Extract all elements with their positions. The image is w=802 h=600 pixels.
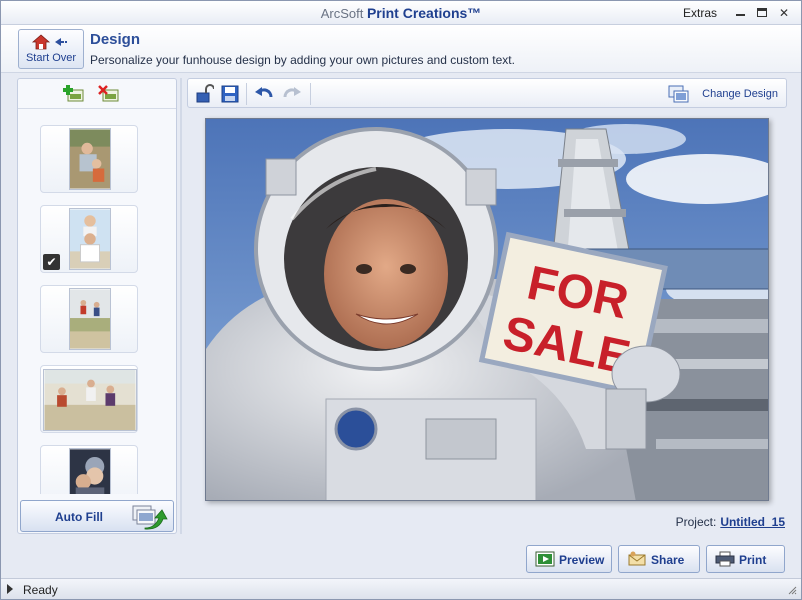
title-brand: ArcSoft	[320, 6, 364, 21]
change-design-label: Change Design	[702, 88, 778, 100]
title-bar: ArcSoft Print Creations™ Extras ✕	[1, 1, 801, 25]
redo-icon[interactable]	[282, 84, 302, 104]
app-window: ArcSoft Print Creations™ Extras ✕ Start …	[0, 0, 802, 600]
status-bar: Ready	[1, 578, 801, 599]
photo-thumbnail-2[interactable]: ✔	[40, 205, 138, 273]
photo-thumbnail-5[interactable]	[40, 445, 138, 494]
print-button[interactable]: Print	[706, 545, 785, 573]
preview-button[interactable]: Preview	[526, 545, 612, 573]
editor-toolbar: Change Design	[187, 78, 787, 108]
printer-icon	[715, 551, 735, 567]
toolbar-separator	[310, 83, 311, 105]
extras-menu[interactable]: Extras	[683, 6, 717, 20]
home-back-icon	[31, 34, 67, 50]
start-over-button[interactable]: Start Over	[18, 29, 84, 69]
selected-check-icon[interactable]: ✔	[43, 254, 60, 270]
close-button[interactable]: ✕	[775, 5, 793, 21]
preview-icon	[535, 551, 555, 567]
close-icon: ✕	[778, 6, 790, 20]
window-title: ArcSoft Print Creations™	[1, 5, 801, 21]
title-product: Print Creations™	[366, 5, 482, 21]
project-name-link[interactable]: Untitled_15	[720, 515, 785, 529]
change-design-button[interactable]: Change Design	[658, 83, 778, 105]
start-over-label: Start Over	[25, 52, 77, 64]
funhouse-design-image: FOR SALE	[206, 119, 768, 500]
photo-4-image	[43, 369, 137, 431]
header: Start Over Design Personalize your funho…	[1, 25, 801, 73]
preview-label: Preview	[559, 553, 605, 567]
photo-thumbnail-4[interactable]	[40, 365, 138, 433]
photo-1-image	[69, 128, 111, 190]
photo-panel: ✔ Auto Fill	[17, 78, 177, 534]
unlock-icon[interactable]	[194, 84, 214, 104]
panel-divider[interactable]	[180, 78, 182, 534]
change-design-icon	[668, 85, 689, 103]
auto-fill-button[interactable]: Auto Fill	[20, 500, 174, 532]
maximize-icon	[757, 8, 767, 17]
photo-2-image	[69, 208, 111, 270]
page-subtitle: Personalize your funhouse design by addi…	[90, 53, 515, 67]
status-expand-icon[interactable]	[7, 584, 13, 594]
photo-thumbnail-list: ✔	[18, 110, 176, 494]
photo-thumbnail-1[interactable]	[40, 125, 138, 193]
share-label: Share	[651, 553, 685, 567]
minimize-icon	[735, 14, 745, 16]
toolbar-separator	[246, 83, 247, 105]
auto-fill-icon	[132, 505, 168, 530]
photo-5-image	[69, 448, 111, 494]
project-info: Project: Untitled_15	[676, 515, 785, 529]
share-button[interactable]: Share	[618, 545, 700, 573]
photo-3-image	[69, 288, 111, 350]
auto-fill-label: Auto Fill	[55, 510, 103, 524]
maximize-button[interactable]	[753, 5, 771, 21]
page-title: Design	[90, 31, 141, 48]
minimize-button[interactable]	[731, 5, 749, 21]
design-canvas[interactable]: FOR SALE	[205, 118, 769, 501]
undo-icon[interactable]	[254, 84, 274, 104]
add-photo-icon[interactable]	[63, 85, 85, 103]
print-label: Print	[739, 553, 767, 567]
status-text: Ready	[23, 583, 58, 597]
save-icon[interactable]	[220, 84, 240, 104]
photo-panel-toolbar	[18, 79, 176, 109]
project-label: Project:	[675, 515, 717, 529]
photo-thumbnail-3[interactable]	[40, 285, 138, 353]
resize-grip-icon[interactable]	[787, 585, 797, 595]
remove-photo-icon[interactable]	[98, 85, 120, 103]
share-icon	[628, 551, 646, 566]
